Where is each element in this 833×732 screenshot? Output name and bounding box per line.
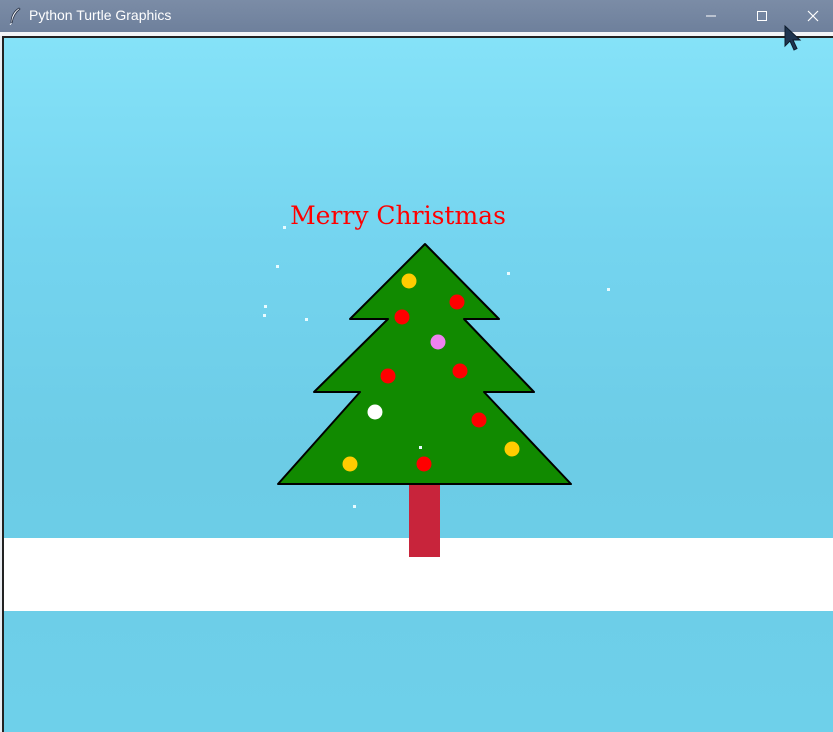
mouse-pointer-icon (784, 24, 802, 51)
snowflake (507, 272, 510, 275)
maximize-icon (757, 11, 767, 21)
ornament (449, 294, 465, 310)
close-icon (807, 10, 819, 22)
tree-trunk (409, 482, 440, 557)
snowflake (607, 288, 610, 291)
ornament (452, 363, 468, 379)
greeting-text: Merry Christmas (290, 201, 506, 230)
snowflake (264, 305, 267, 308)
feather-icon (9, 7, 21, 25)
snowflake (276, 265, 279, 268)
window-title: Python Turtle Graphics (29, 7, 172, 23)
christmas-tree (277, 243, 572, 485)
snowflake (283, 226, 286, 229)
snowflake (353, 505, 356, 508)
minimize-icon (706, 15, 716, 17)
ornament (430, 334, 446, 350)
ornament (504, 441, 520, 457)
minimize-button[interactable] (688, 0, 734, 32)
title-bar: Python Turtle Graphics (0, 0, 833, 32)
scene-drawing: Merry Christmas (4, 201, 833, 611)
ornament (401, 273, 417, 289)
ornament (416, 456, 432, 472)
ornament (367, 404, 383, 420)
ornament (342, 456, 358, 472)
ornament (380, 368, 396, 384)
ornament (394, 309, 410, 325)
snowflake (305, 318, 308, 321)
ornament (471, 412, 487, 428)
turtle-canvas[interactable]: Merry Christmas (2, 36, 833, 732)
snowflake (263, 314, 266, 317)
maximize-button[interactable] (739, 0, 785, 32)
snowflake (419, 446, 422, 449)
